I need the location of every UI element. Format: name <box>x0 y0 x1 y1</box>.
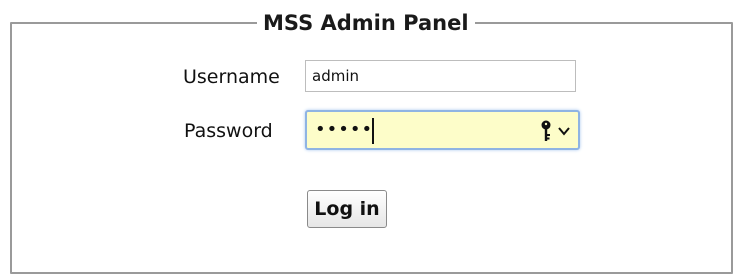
password-label: Password <box>184 120 273 142</box>
chevron-down-icon[interactable] <box>558 126 570 136</box>
text-caret <box>372 118 374 144</box>
username-field[interactable] <box>305 60 576 92</box>
login-button[interactable]: Log in <box>307 190 387 228</box>
username-label: Username <box>183 66 280 88</box>
key-icon[interactable] <box>540 120 552 142</box>
admin-panel: MSS Admin Panel Username Password ••••• … <box>10 9 733 274</box>
password-field[interactable]: ••••• <box>305 110 580 150</box>
password-mask: ••••• <box>315 119 374 140</box>
panel-title: MSS Admin Panel <box>257 9 475 37</box>
